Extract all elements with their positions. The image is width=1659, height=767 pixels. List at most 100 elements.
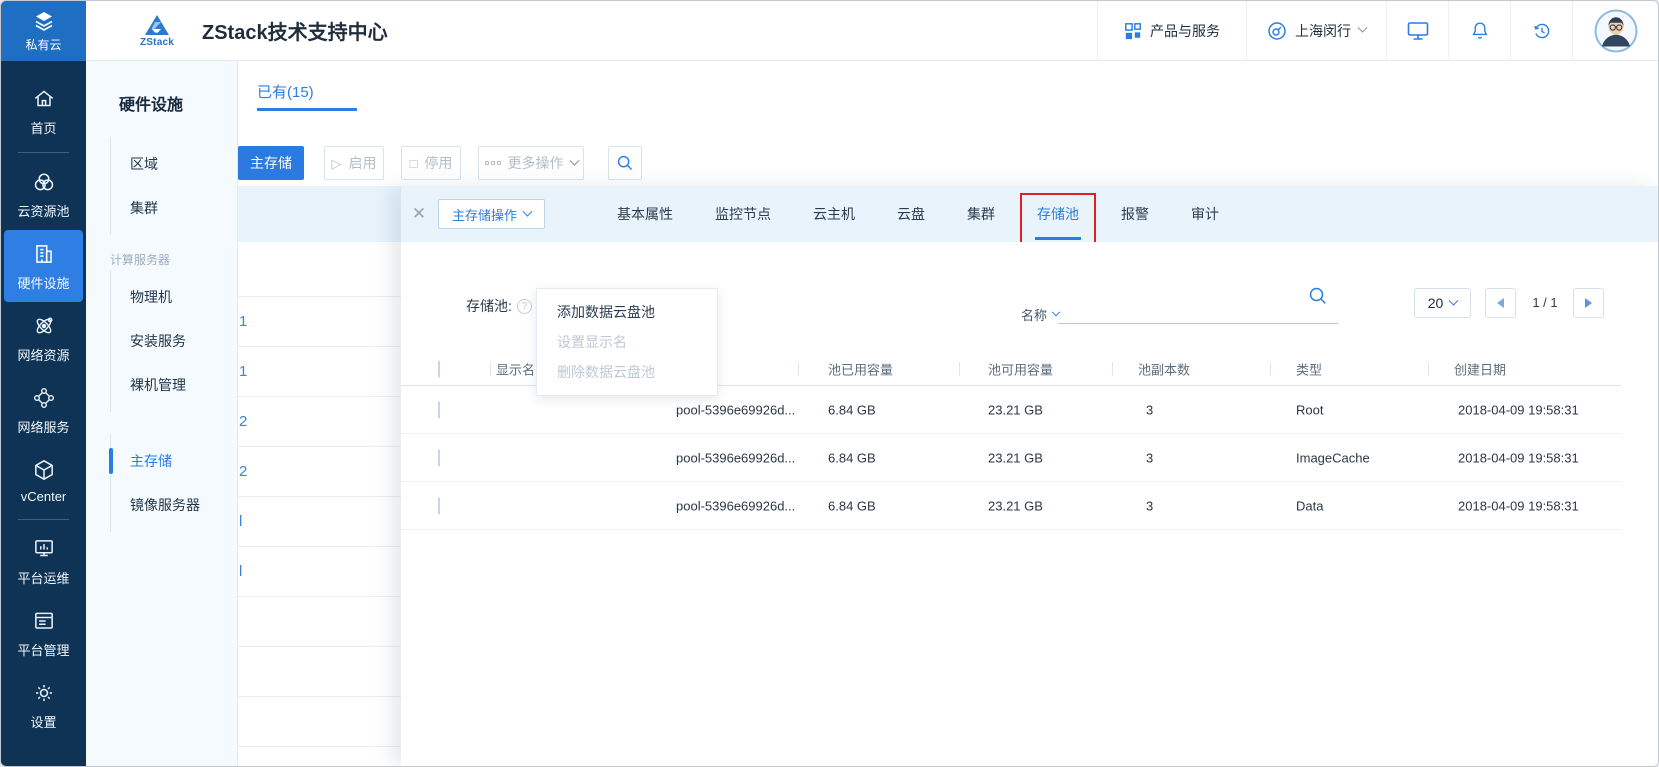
search-field-selector[interactable]: 名称 (1021, 305, 1059, 324)
sidebar-item-settings[interactable]: 设置 (1, 669, 86, 741)
pool-used: 6.84 GB (828, 450, 876, 465)
zstack-logo-icon (144, 14, 170, 36)
pool-available: 23.21 GB (988, 498, 1043, 513)
atom-icon (31, 313, 57, 339)
submenu-item-primary-storage[interactable]: 主存储 (111, 439, 237, 483)
disable-button[interactable]: □ 停用 (401, 146, 461, 180)
tab-volumes[interactable]: 云盘 (897, 204, 925, 224)
sidebar-item-hardware[interactable]: 硬件设施 (4, 230, 83, 302)
storage-pool-section-label: 存储池: ? (466, 296, 532, 316)
row-checkbox[interactable] (438, 497, 440, 514)
sidebar-item-label: 网络服务 (17, 417, 69, 436)
products-services-button[interactable]: 产品与服务 (1097, 1, 1246, 61)
sidebar-item-network-resources[interactable]: 网络资源 (1, 302, 86, 374)
select-all-checkbox[interactable] (438, 361, 440, 378)
user-avatar[interactable] (1572, 1, 1658, 61)
more-actions-button[interactable]: 更多操作 (478, 146, 584, 180)
history-button[interactable] (1510, 1, 1572, 61)
column-display-name: 显示名 (496, 360, 535, 379)
sidebar-item-network-services[interactable]: 网络服务 (1, 374, 86, 446)
list-item[interactable] (238, 242, 402, 297)
storage-pool-actions-menu: 添加数据云盘池 设置显示名 删除数据云盘池 (536, 288, 718, 396)
list-item[interactable]: 1 (238, 347, 402, 397)
tab-clusters[interactable]: 集群 (967, 204, 995, 224)
pool-replicas: 3 (1146, 498, 1153, 513)
chevron-down-icon (523, 206, 533, 216)
list-item[interactable]: l (238, 497, 402, 547)
region-label: 上海闵行 (1295, 21, 1351, 41)
page-size-select[interactable]: 20 (1414, 288, 1471, 318)
stop-icon: □ (410, 157, 418, 170)
row-checkbox[interactable] (438, 449, 440, 466)
list-item[interactable]: 1 (238, 297, 402, 347)
menu-item-add-data-volume-pool[interactable]: 添加数据云盘池 (537, 297, 717, 327)
enable-button[interactable]: ▷ 启用 (324, 146, 384, 180)
tab-vm-instances[interactable]: 云主机 (813, 204, 855, 224)
submenu-item-install-service[interactable]: 安装服务 (111, 319, 237, 363)
close-icon[interactable]: ✕ (409, 204, 429, 224)
sidebar-item-label: 云资源池 (17, 201, 69, 220)
pool-created: 2018-04-09 19:58:31 (1458, 402, 1579, 417)
row-checkbox[interactable] (438, 401, 440, 418)
help-icon[interactable]: ? (517, 299, 532, 314)
storage-actions-dropdown[interactable]: 主存储操作 (438, 199, 545, 229)
list-search-button[interactable] (608, 146, 642, 180)
list-item[interactable] (238, 697, 402, 747)
pool-replicas: 3 (1146, 402, 1153, 417)
console-button[interactable] (1386, 1, 1448, 61)
tab-monitor-nodes[interactable]: 监控节点 (715, 204, 771, 224)
submenu-item-baremetal[interactable]: 裸机管理 (111, 363, 237, 407)
submenu-title: 硬件设施 (119, 91, 237, 115)
sidebar-item-platform-mgmt[interactable]: 平台管理 (1, 597, 86, 669)
table-row[interactable]: pool-5396e69926d... 6.84 GB 23.21 GB 3 I… (401, 434, 1621, 482)
submenu-item-zone[interactable]: 区域 (111, 142, 237, 186)
submenu-item-image-server[interactable]: 镜像服务器 (111, 483, 237, 527)
submenu-item-cluster[interactable]: 集群 (111, 186, 237, 230)
sidebar-divider (18, 152, 69, 153)
sidebar-item-home[interactable]: 首页 (1, 75, 86, 147)
private-cloud-label: 私有云 (25, 36, 61, 53)
column-created: 创建日期 (1454, 360, 1506, 379)
sidebar-item-platform-ops[interactable]: 平台运维 (1, 525, 86, 597)
zstack-app-window: 私有云 ZStack ZStack技术支持中心 产品与服务 (0, 0, 1659, 767)
list-item[interactable] (238, 647, 402, 697)
column-replicas: 池副本数 (1138, 360, 1190, 379)
tab-alarms[interactable]: 报警 (1121, 204, 1149, 224)
list-item[interactable] (238, 597, 402, 647)
prev-page-button[interactable] (1485, 288, 1516, 318)
sidebar-item-label: 网络资源 (17, 345, 69, 364)
pool-name: pool-5396e69926d... (676, 402, 795, 417)
bell-icon (1469, 20, 1491, 42)
sidebar-item-label: 硬件设施 (17, 273, 69, 292)
tab-storage-pools[interactable]: 存储池 (1037, 204, 1079, 224)
arrow-left-icon (1497, 298, 1504, 308)
create-primary-storage-button[interactable]: 主存储 (238, 146, 304, 180)
pool-available: 23.21 GB (988, 402, 1043, 417)
sidebar-item-vcenter[interactable]: vCenter (1, 446, 86, 514)
list-item[interactable]: 2 (238, 447, 402, 497)
region-selector[interactable]: 上海闵行 (1246, 1, 1386, 61)
zstack-logo: ZStack (134, 14, 180, 48)
submenu-item-physical-host[interactable]: 物理机 (111, 275, 237, 319)
search-icon[interactable] (1306, 284, 1330, 308)
pool-type: ImageCache (1296, 450, 1370, 465)
pool-created: 2018-04-09 19:58:31 (1458, 498, 1579, 513)
page-title: ZStack技术支持中心 (202, 16, 388, 45)
tab-audit[interactable]: 审计 (1191, 204, 1219, 224)
submenu-section-compute: 计算服务器 (110, 251, 237, 268)
pool-used: 6.84 GB (828, 402, 876, 417)
private-cloud-tile[interactable]: 私有云 (1, 1, 86, 61)
sidebar-item-cloud-resources[interactable]: 云资源池 (1, 158, 86, 230)
sidebar-item-label: 首页 (30, 118, 56, 137)
tab-basic-properties[interactable]: 基本属性 (617, 204, 673, 224)
notifications-button[interactable] (1448, 1, 1510, 61)
next-page-button[interactable] (1573, 288, 1604, 318)
tab-existing[interactable]: 已有(15) (257, 81, 357, 109)
menu-item-set-display-name: 设置显示名 (537, 327, 717, 357)
column-available-capacity: 池可用容量 (988, 360, 1053, 379)
list-item[interactable]: 2 (238, 397, 402, 447)
table-row[interactable]: pool-5396e69926d... 6.84 GB 23.21 GB 3 D… (401, 482, 1621, 530)
list-item[interactable]: l (238, 547, 402, 597)
pool-type: Root (1296, 402, 1323, 417)
search-input[interactable] (1058, 323, 1338, 324)
